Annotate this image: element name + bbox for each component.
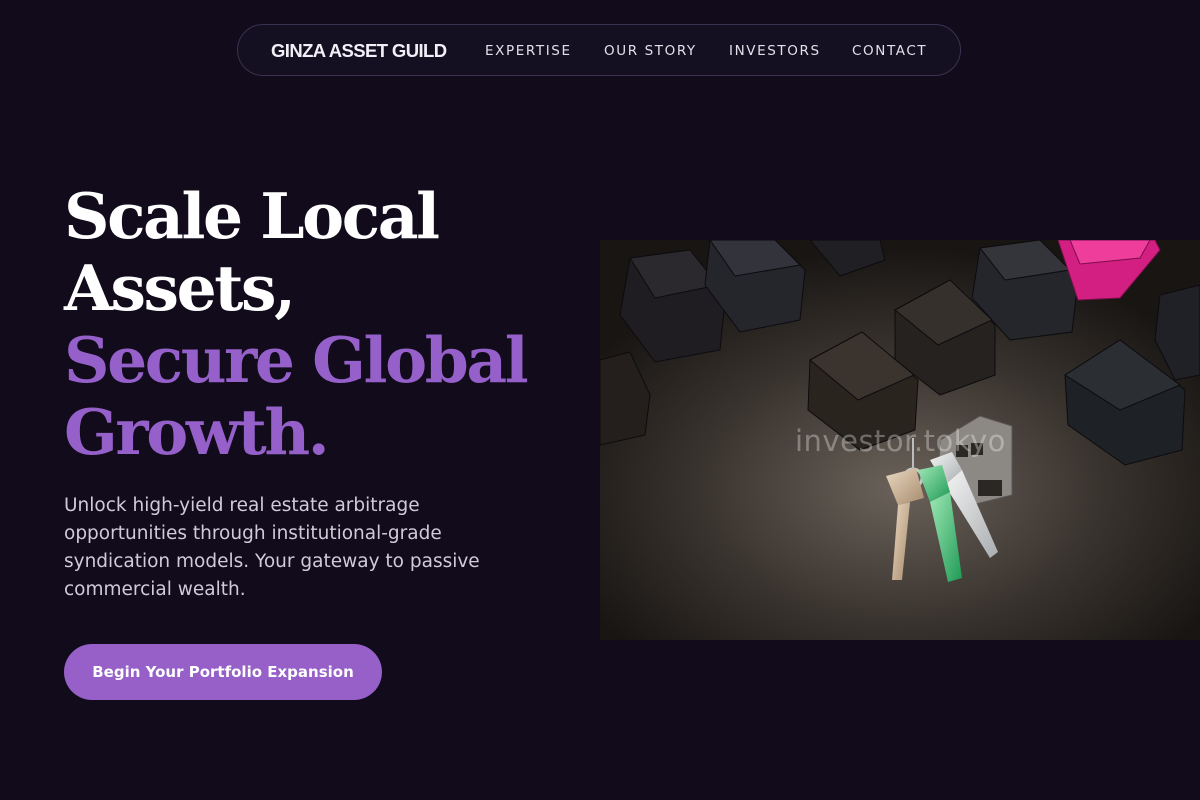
brand-logo[interactable]: GINZA ASSET GUILD bbox=[271, 25, 447, 77]
nav-link-expertise[interactable]: EXPERTISE bbox=[485, 25, 572, 77]
nav-link-contact[interactable]: CONTACT bbox=[852, 25, 927, 77]
hero-image: investor.tokyo bbox=[600, 240, 1200, 640]
headline-line-1: Scale Local bbox=[64, 179, 440, 253]
headline-line-2: Assets, bbox=[64, 251, 296, 325]
nav-link-investors[interactable]: INVESTORS bbox=[729, 25, 821, 77]
begin-portfolio-button[interactable]: Begin Your Portfolio Expansion bbox=[64, 644, 382, 700]
headline-line-3: Secure Global bbox=[64, 323, 529, 397]
nav-link-our-story[interactable]: OUR STORY bbox=[604, 25, 697, 77]
hero-headline: Scale Local Assets, Secure Global Growth… bbox=[64, 180, 584, 468]
headline-line-4: Growth. bbox=[64, 395, 330, 469]
image-watermark: investor.tokyo bbox=[795, 424, 1006, 458]
landing-page: GINZA ASSET GUILD EXPERTISE OUR STORY IN… bbox=[0, 0, 1200, 800]
hero-subtext: Unlock high-yield real estate arbitrage … bbox=[64, 495, 480, 600]
top-nav: GINZA ASSET GUILD EXPERTISE OUR STORY IN… bbox=[237, 24, 961, 76]
